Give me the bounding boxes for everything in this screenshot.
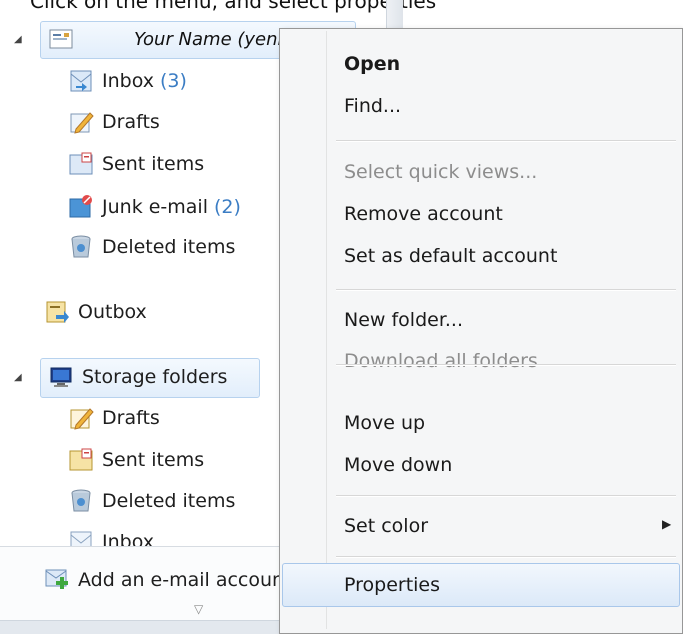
outbox-icon [46,301,69,323]
folder-label: Deleted items [102,490,236,512]
add-account-icon [45,569,68,589]
expand-triangle-icon[interactable]: ◢ [14,34,22,45]
deleted-items-icon [71,235,91,258]
menu-item-find[interactable]: Find... [344,95,401,117]
menu-separator-hidden [336,364,676,366]
account-row[interactable]: Your Name (yenish) [48,21,310,57]
folder-outbox[interactable]: Outbox [44,294,147,330]
folder-label: Drafts [102,407,160,429]
menu-item-properties[interactable]: Properties [344,574,440,596]
folder-label: Drafts [102,111,160,133]
storage-folders-label: Storage folders [82,366,228,388]
storage-folders-row[interactable]: Storage folders [48,359,227,395]
menu-separator [336,140,676,142]
folder-label: Inbox [102,70,154,92]
folder-drafts[interactable]: Drafts [68,104,160,140]
menu-separator [336,556,676,558]
menu-separator [336,289,676,291]
folder-deleted-items[interactable]: Deleted items [68,229,235,265]
inbox-icon [70,70,92,92]
menu-item-move-down[interactable]: Move down [344,454,452,476]
scroll-down-icon[interactable]: ▽ [194,602,203,616]
folder-junk-mail[interactable]: Junk e-mail (2) [68,189,241,225]
storage-folder-inbox[interactable]: Inbox [68,524,154,546]
menu-gutter [326,31,327,629]
computer-icon [50,367,72,387]
menu-item-set-default-account[interactable]: Set as default account [344,245,557,267]
menu-item-remove-account[interactable]: Remove account [344,203,503,225]
folder-label: Outbox [78,301,147,323]
menu-item-move-up[interactable]: Move up [344,412,425,434]
menu-item-select-quick-views: Select quick views... [344,161,538,183]
folder-sent-items[interactable]: Sent items [68,146,204,182]
menu-separator [336,495,676,497]
add-account-label: Add an e-mail account [78,569,292,591]
account-icon [49,29,73,49]
storage-folder-drafts[interactable]: Drafts [68,400,160,436]
folder-label: Sent items [102,449,205,471]
folder-label: Deleted items [102,236,236,258]
context-menu: Open Find... Select quick views... Remov… [279,28,683,634]
expand-triangle-icon[interactable]: ◢ [14,372,22,383]
sent-items-icon [69,448,93,471]
unread-count: (2) [213,196,241,218]
menu-item-open[interactable]: Open [344,53,400,75]
unread-count: (3) [160,70,187,92]
inbox-icon [70,531,92,546]
sent-items-icon [69,152,93,175]
folder-inbox[interactable]: Inbox (3) [68,63,187,99]
folder-label: Inbox [102,531,154,546]
storage-folder-deleted-items[interactable]: Deleted items [68,483,235,519]
drafts-icon [70,112,94,134]
menu-item-new-folder[interactable]: New folder... [344,309,463,331]
drafts-icon [70,408,94,430]
menu-hover-highlight [282,563,680,607]
deleted-items-icon [71,489,91,512]
storage-folder-sent-items[interactable]: Sent items [68,442,204,478]
menu-item-set-color[interactable]: Set color [344,515,428,537]
junk-mail-icon [69,195,92,218]
folder-label: Junk e-mail [102,196,208,218]
submenu-arrow-icon: ▶ [662,517,672,531]
caption-text: Click on the menu, and select properties [30,0,437,13]
folder-label: Sent items [102,153,205,175]
menu-item-download-all-folders: Download all folders [344,350,538,372]
